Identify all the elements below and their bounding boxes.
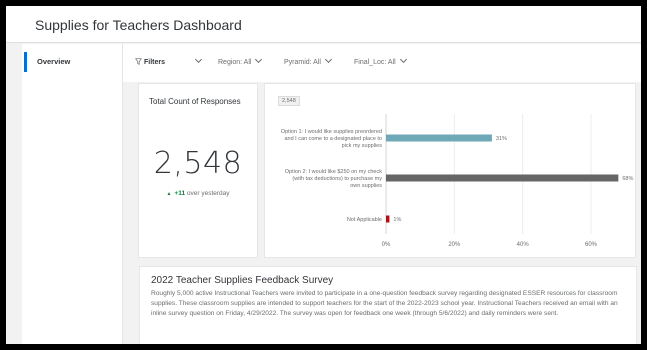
bar <box>386 215 390 223</box>
chevron-down-icon <box>255 55 263 64</box>
survey-title: 2022 Teacher Supplies Feedback Survey <box>151 275 334 286</box>
data-label: 68% <box>622 176 633 182</box>
dashboard-window: Supplies for Teachers Dashboard Overview… <box>6 6 641 344</box>
filters-button[interactable]: Filters <box>135 58 165 68</box>
data-label: 31% <box>496 136 507 142</box>
pyramid-filter-label: Pyramid: All <box>284 59 321 66</box>
filters-label: Filters <box>144 59 166 66</box>
filter-icon <box>135 58 142 65</box>
page-title: Supplies for Teachers Dashboard <box>35 17 242 33</box>
x-tick-label: 60% <box>585 242 598 248</box>
survey-body: Roughly 5,000 active Instructional Teach… <box>151 290 618 317</box>
sidebar-item-overview[interactable]: Overview <box>24 52 121 72</box>
x-tick-label: 20% <box>448 242 461 248</box>
kpi-delta-text: over yesterday <box>186 190 230 197</box>
filters-collapse-toggle[interactable] <box>191 55 203 68</box>
kpi-value: 2,548 <box>153 146 243 181</box>
chevron-down-icon <box>194 55 203 64</box>
bar <box>386 174 619 182</box>
x-tick-label: 40% <box>517 242 530 248</box>
sidebar: Overview <box>22 44 123 344</box>
category-label: Not Applicable <box>347 217 382 223</box>
category-label: Option 2: I would like $250 on my check(… <box>285 169 382 189</box>
chevron-down-icon <box>399 55 407 64</box>
pyramid-filter[interactable]: Pyramid: All <box>284 55 333 68</box>
triangle-up-icon: ▲ <box>166 191 172 197</box>
responses-chart-card[interactable]: 2,548 0% 20% 40% 60% Option 1: I would like … <box>264 83 636 258</box>
bar <box>386 134 492 142</box>
kpi-card[interactable]: Total Count of Responses 2,548 ▲ +11 over… <box>138 83 258 258</box>
kpi-label: Total Count of Responses <box>149 97 241 106</box>
kpi-delta-value: +11 <box>174 190 186 197</box>
x-tick-label: 0% <box>382 242 391 248</box>
kpi-delta: ▲ +11 over yesterday <box>139 190 257 197</box>
chevron-down-icon <box>324 55 333 64</box>
category-label: Option 1: I would like supplies preorder… <box>281 129 382 149</box>
responses-bar-chart: 0% 20% 40% 60% Option 1: I would like suppli… <box>281 114 633 248</box>
final-loc-filter[interactable]: Final_Loc: All <box>354 55 407 68</box>
survey-description-card: 2022 Teacher Supplies Feedback Survey Ro… <box>139 266 637 344</box>
final-loc-filter-label: Final_Loc: All <box>354 59 396 66</box>
data-label: 1% <box>393 217 401 223</box>
region-filter-label: Region: All <box>218 59 252 66</box>
region-filter[interactable]: Region: All <box>218 55 263 68</box>
app-header: Supplies for Teachers Dashboard <box>6 6 641 43</box>
filter-bar: Filters Region: All Pyramid: All Final_L… <box>123 44 641 82</box>
